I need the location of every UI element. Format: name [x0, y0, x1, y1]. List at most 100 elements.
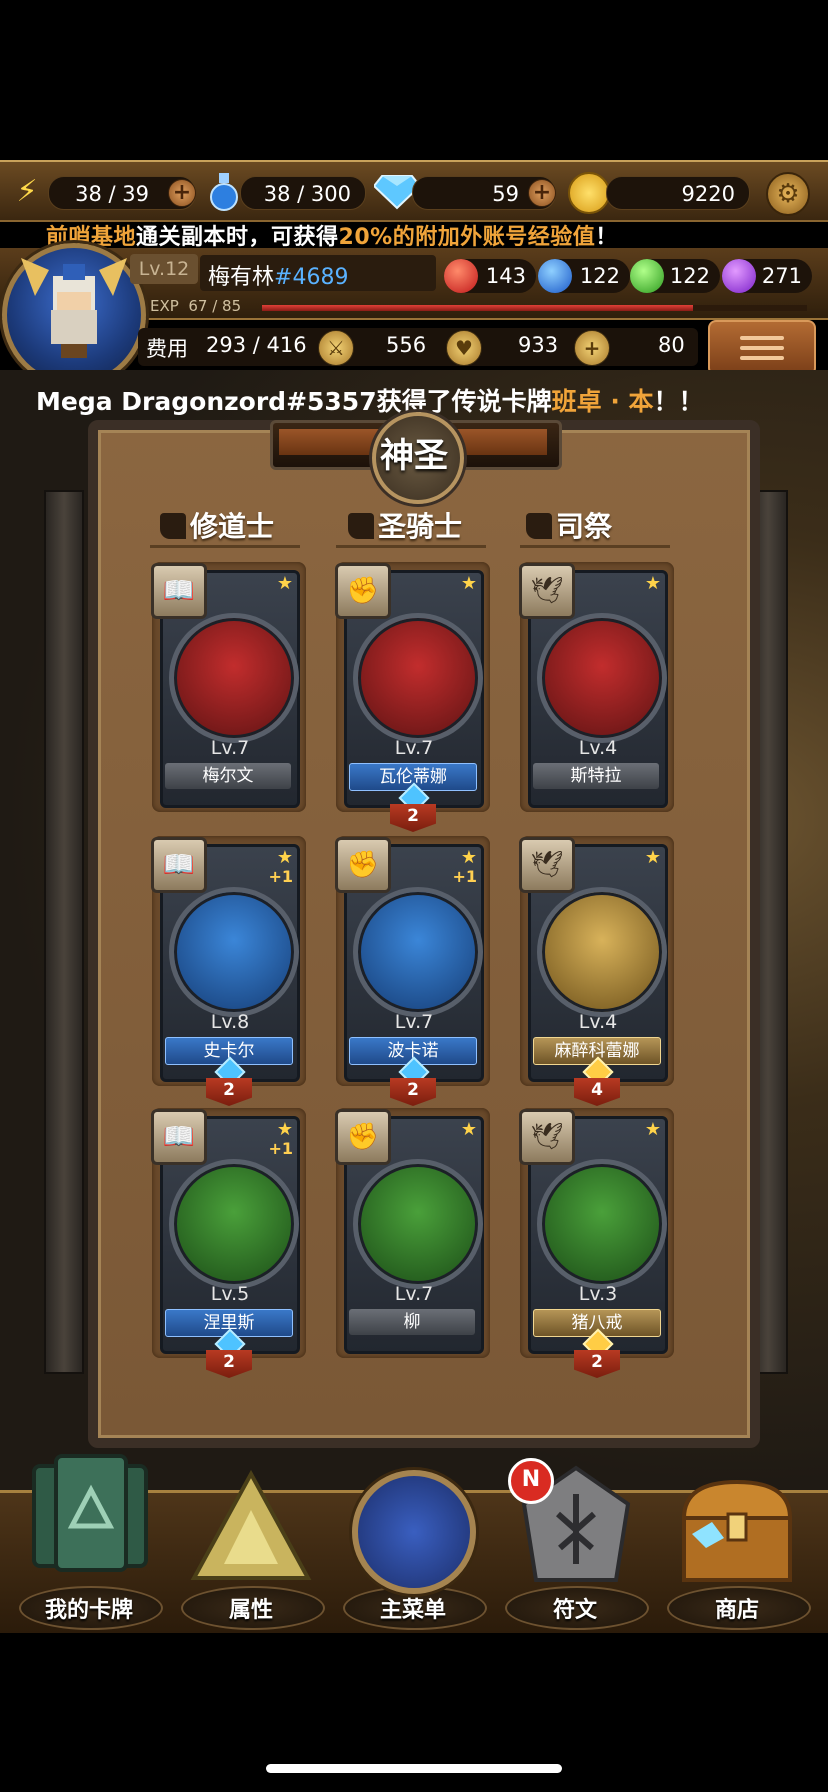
hero-portrait	[169, 1159, 299, 1289]
card-name: 柳	[349, 1309, 475, 1335]
card-level: Lv.4	[578, 737, 618, 759]
settings-gear-icon[interactable]: ⚙	[766, 172, 810, 216]
card-level: Lv.8	[210, 1011, 250, 1033]
class-badge-icon: 📖	[151, 1109, 207, 1165]
star-icon: ★	[644, 847, 661, 868]
card-slot[interactable]: ✊ ★ Lv.7 瓦伦蒂娜 2	[335, 562, 490, 832]
star-icon: ★	[460, 573, 477, 594]
star-icon: ★	[644, 1119, 661, 1140]
column-header-paladin: 圣骑士	[348, 505, 462, 545]
nav-attributes[interactable]: 属性	[176, 1450, 326, 1630]
hero-card[interactable]: 📖 ★ Lv.7 梅尔文	[151, 563, 300, 808]
player-avatar[interactable]	[2, 243, 146, 387]
star-bonus: +1	[268, 1139, 293, 1158]
card-slot[interactable]: ✊ ★ +1 Lv.7 波卡诺 2	[335, 836, 490, 1106]
potion-icon	[206, 170, 242, 212]
heal-cross-icon: +	[574, 330, 610, 366]
health-value: 933	[518, 333, 559, 357]
class-badge-icon: 🕊	[519, 837, 575, 893]
add-gems-button[interactable]: +	[528, 179, 556, 207]
green-orb-icon	[630, 259, 664, 293]
column-header-monk: 修道士	[160, 505, 274, 545]
hero-portrait	[169, 613, 299, 743]
triforce-icon	[190, 1470, 312, 1580]
hero-card[interactable]: 📖 ★ +1 Lv.5 涅里斯	[151, 1109, 300, 1360]
class-badge-icon: 🕊	[519, 563, 575, 619]
hero-card[interactable]: ✊ ★ Lv.7 瓦伦蒂娜	[335, 563, 484, 814]
star-icon: ★	[276, 573, 293, 594]
cost-label: 费用	[146, 337, 188, 361]
class-badge-icon: 📖	[151, 563, 207, 619]
lightning-icon: ⚡	[16, 173, 38, 209]
star-bonus: +1	[452, 867, 477, 886]
card-slot[interactable]: 📖 ★ Lv.7 梅尔文	[151, 562, 306, 812]
nav-main-menu[interactable]: 主菜单	[338, 1450, 488, 1630]
resource-bar: ⚡ 38 / 39 + 38 / 300 59 + 9220 ⚙	[0, 160, 828, 222]
gold-pill: 9220	[606, 176, 750, 210]
class-badge-icon: ✊	[335, 563, 391, 619]
hero-portrait	[353, 887, 483, 1017]
player-name: 梅有林	[208, 265, 275, 290]
hero-card[interactable]: 🕊 ★ Lv.3 猪八戒	[519, 1109, 668, 1360]
hero-card[interactable]: 📖 ★ +1 Lv.8 史卡尔	[151, 837, 300, 1088]
card-level: Lv.7	[394, 1283, 434, 1305]
hero-portrait	[537, 887, 667, 1017]
fist-icon	[348, 513, 374, 539]
heal-value: 80	[658, 333, 685, 357]
card-slot[interactable]: 🕊 ★ Lv.4 麻醉科蕾娜 4	[519, 836, 674, 1106]
purple-orb-counter: 271	[722, 259, 812, 293]
board-title: 神圣	[380, 436, 448, 476]
nav-my-cards[interactable]: 我的卡牌	[14, 1450, 164, 1630]
column-header-priest: 司祭	[526, 505, 612, 545]
nav-shop[interactable]: 商店	[662, 1450, 812, 1630]
knight-portrait-icon	[21, 258, 127, 358]
star-bonus: +1	[268, 867, 293, 886]
exp-bar-fill	[262, 305, 693, 311]
card-level: Lv.7	[394, 737, 434, 759]
hero-card[interactable]: ✊ ★ Lv.7 柳	[335, 1109, 484, 1354]
bonus-notice: 前哨基地通关副本时，可获得20%的附加外账号经验值！	[46, 225, 618, 250]
star-icon: ★	[276, 1119, 293, 1140]
card-slot[interactable]: 📖 ★ +1 Lv.8 史卡尔 2	[151, 836, 306, 1106]
card-name: 梅尔文	[165, 763, 291, 789]
home-indicator[interactable]	[266, 1764, 562, 1773]
server-announcement: Mega Dragonzord#5357获得了传说卡牌班卓 · 本！！	[36, 387, 704, 416]
card-deck-icon	[32, 1454, 148, 1572]
card-slot[interactable]: 📖 ★ +1 Lv.5 涅里斯 2	[151, 1108, 306, 1378]
card-slot[interactable]: ✊ ★ Lv.7 柳	[335, 1108, 490, 1358]
add-stamina-button[interactable]: +	[168, 179, 196, 207]
star-icon: ★	[460, 1119, 477, 1140]
potion-pill: 38 / 300	[240, 176, 366, 210]
class-badge-icon: ✊	[335, 837, 391, 893]
card-name: 斯特拉	[533, 763, 659, 789]
hero-portrait	[353, 1159, 483, 1289]
menu-line-icon	[740, 336, 784, 340]
heart-icon: ♥	[446, 330, 482, 366]
green-orb-counter: 122	[630, 259, 720, 293]
star-icon: ★	[460, 847, 477, 868]
hamburger-menu-button[interactable]	[708, 320, 816, 376]
book-icon	[160, 513, 186, 539]
main-menu-emblem-icon	[352, 1470, 476, 1594]
card-slot[interactable]: 🕊 ★ Lv.4 斯特拉	[519, 562, 674, 812]
hero-card[interactable]: 🕊 ★ Lv.4 麻醉科蕾娜	[519, 837, 668, 1088]
card-level: Lv.4	[578, 1011, 618, 1033]
attack-value: 556	[386, 333, 427, 357]
card-level: Lv.7	[210, 737, 250, 759]
treasure-chest-icon	[681, 1479, 793, 1582]
gold-coin-icon	[568, 172, 610, 214]
hero-portrait	[537, 1159, 667, 1289]
class-badge-icon: 🕊	[519, 1109, 575, 1165]
hero-portrait	[353, 613, 483, 743]
player-tag: #4689	[274, 265, 349, 290]
hero-portrait	[169, 887, 299, 1017]
hero-card[interactable]: ✊ ★ +1 Lv.7 波卡诺	[335, 837, 484, 1088]
class-badge-icon: ✊	[335, 1109, 391, 1165]
player-level: Lv.12	[130, 254, 198, 284]
card-slot[interactable]: 🕊 ★ Lv.3 猪八戒 2	[519, 1108, 674, 1378]
red-orb-icon	[444, 259, 478, 293]
star-icon: ★	[276, 847, 293, 868]
purple-orb-icon	[722, 259, 756, 293]
wings-icon	[526, 513, 552, 539]
hero-card[interactable]: 🕊 ★ Lv.4 斯特拉	[519, 563, 668, 808]
